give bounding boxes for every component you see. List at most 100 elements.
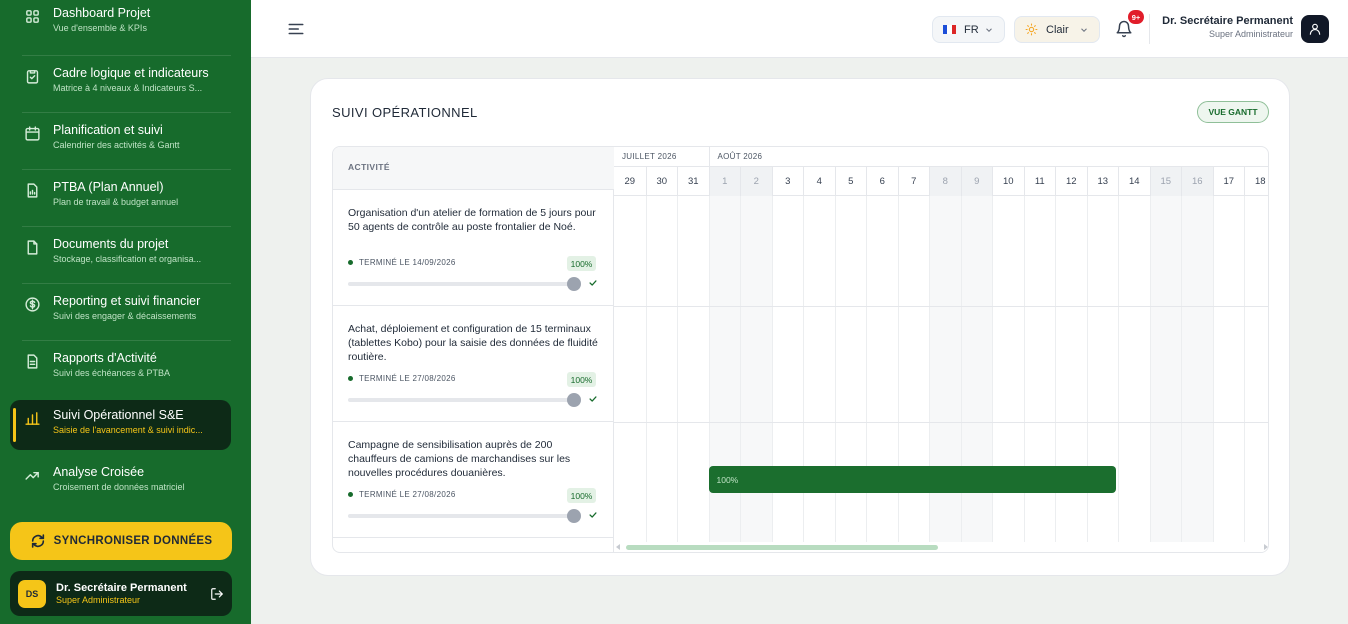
sidebar-item-label: Analyse Croisée bbox=[53, 465, 145, 479]
theme-selector[interactable]: Clair bbox=[1014, 16, 1100, 43]
grid-column bbox=[614, 196, 646, 552]
activity-progress-slider[interactable] bbox=[348, 509, 581, 523]
logout-icon[interactable] bbox=[210, 587, 224, 601]
header-user-name: Dr. Secrétaire Permanent bbox=[1162, 15, 1293, 27]
activity-status: TERMINÉ LE 27/08/2026 bbox=[348, 374, 456, 383]
header-user-role: Super Administrateur bbox=[1208, 29, 1293, 39]
month-label: AOÛT 2026 bbox=[708, 147, 1269, 167]
chevron-down-icon bbox=[986, 27, 992, 32]
day-header-row: 29 30 31 1 2 3 4 5 6 7 8 9 10 11 12 13 14 15 16 17 18 bbox=[614, 167, 1268, 196]
progress-slider-handle[interactable] bbox=[567, 393, 581, 407]
grid-column bbox=[708, 196, 740, 552]
sidebar-item-sublabel: Croisement de données matriciel bbox=[53, 482, 185, 492]
user-icon bbox=[1309, 23, 1321, 35]
day-label: 16 bbox=[1181, 167, 1213, 196]
scroll-left-arrow-icon[interactable] bbox=[616, 544, 620, 550]
grid-column bbox=[1086, 196, 1119, 552]
grid-column bbox=[929, 196, 961, 552]
sidebar-item-4[interactable]: Documents du projet Stockage, classificat… bbox=[10, 229, 231, 279]
gantt-view-button[interactable]: VUE GANTT bbox=[1197, 101, 1269, 123]
grid-column bbox=[677, 196, 709, 552]
sync-data-button[interactable]: SYNCHRONISER DONNÉES bbox=[10, 522, 232, 560]
progress-slider-handle[interactable] bbox=[567, 277, 581, 291]
activity-title: Achat, déploiement et configuration de 1… bbox=[348, 323, 598, 363]
notification-badge: 9+ bbox=[1128, 10, 1144, 24]
grid-column bbox=[1212, 196, 1245, 552]
operational-tracking-card: SUIVI OPÉRATIONNEL VUE GANTT ACTIVITÉ Or… bbox=[310, 78, 1290, 576]
sidebar-divider bbox=[22, 112, 231, 113]
sidebar-item-sublabel: Suivi des engager & décaissements bbox=[53, 311, 197, 321]
grid-column bbox=[834, 196, 867, 552]
sidebar-item-label: Suivi Opérationnel S&E bbox=[53, 408, 184, 422]
status-dot-icon bbox=[348, 260, 353, 265]
sidebar-item-label: Rapports d'Activité bbox=[53, 351, 157, 365]
activity-status-text: TERMINÉ LE 27/08/2026 bbox=[359, 490, 456, 499]
grid-column bbox=[645, 196, 678, 552]
language-selector[interactable]: FR bbox=[932, 16, 1005, 43]
activity-status: TERMINÉ LE 27/08/2026 bbox=[348, 490, 456, 499]
scroll-right-arrow-icon[interactable] bbox=[1264, 544, 1268, 550]
grid-row-divider bbox=[614, 422, 1268, 423]
activity-status-text: TERMINÉ LE 14/09/2026 bbox=[359, 258, 456, 267]
check-icon bbox=[589, 396, 597, 402]
sidebar-item-sublabel: Plan de travail & budget annuel bbox=[53, 197, 179, 207]
grid-column bbox=[992, 196, 1024, 552]
activity-percent-badge: 100% bbox=[567, 488, 596, 503]
grid-column bbox=[960, 196, 992, 552]
status-dot-icon bbox=[348, 376, 353, 381]
grid-column bbox=[1149, 196, 1181, 552]
activity-title: Organisation d'un atelier de formation d… bbox=[348, 207, 596, 233]
sidebar-item-7[interactable]: Suivi Opérationnel S&E Saisie de l'avance… bbox=[10, 400, 231, 450]
day-label: 17 bbox=[1212, 167, 1245, 196]
sidebar-item-0[interactable]: Dashboard Projet Vue d'ensemble & KPIs bbox=[10, 0, 231, 48]
gantt-bar[interactable]: 100% bbox=[708, 466, 1116, 493]
sidebar-item-6[interactable]: Rapports d'Activité Suivi des échéances &… bbox=[10, 343, 231, 393]
sidebar-divider bbox=[22, 169, 231, 170]
progress-slider-handle[interactable] bbox=[567, 509, 581, 523]
activity-status-text: TERMINÉ LE 27/08/2026 bbox=[359, 374, 456, 383]
grid-column bbox=[1118, 196, 1150, 552]
top-header: FR Clair 9+ Dr. Secrétaire Permanent Sup… bbox=[251, 0, 1348, 58]
sidebar-item-label: Cadre logique et indicateurs bbox=[53, 66, 209, 80]
activity-row[interactable]: Organisation d'un atelier de formation d… bbox=[333, 190, 614, 306]
sidebar-item-label: Planification et suivi bbox=[53, 123, 163, 137]
header-divider bbox=[1149, 14, 1150, 44]
day-label: 5 bbox=[834, 167, 867, 196]
status-dot-icon bbox=[348, 492, 353, 497]
day-label: 8 bbox=[929, 167, 961, 196]
sidebar-item-3[interactable]: PTBA (Plan Annuel) Plan de travail & budg… bbox=[10, 172, 231, 222]
gantt-table: ACTIVITÉ Organisation d'un atelier de fo… bbox=[332, 146, 1269, 553]
activity-column: ACTIVITÉ Organisation d'un atelier de fo… bbox=[333, 147, 614, 552]
grid-column bbox=[771, 196, 804, 552]
sun-icon bbox=[1025, 23, 1038, 36]
day-label: 29 bbox=[624, 176, 636, 187]
sidebar-item-1[interactable]: Cadre logique et indicateurs Matrice à 4 … bbox=[10, 58, 231, 108]
day-label: 12 bbox=[1055, 167, 1087, 196]
header-user-info: Dr. Secrétaire Permanent Super Administr… bbox=[1157, 15, 1293, 39]
activity-progress-slider[interactable] bbox=[348, 393, 581, 407]
horizontal-scrollbar[interactable] bbox=[614, 542, 1268, 552]
month-header-row: JUILLET 2026 AOÛT 2026 bbox=[614, 147, 1269, 167]
france-flag-icon bbox=[943, 25, 956, 34]
sidebar-item-2[interactable]: Planification et suivi Calendrier des act… bbox=[10, 115, 231, 165]
trending-up-icon bbox=[25, 471, 39, 480]
user-avatar-button[interactable] bbox=[1301, 15, 1329, 43]
grid-column bbox=[1181, 196, 1213, 552]
activity-row[interactable]: Achat, déploiement et configuration de 1… bbox=[333, 306, 614, 422]
sidebar-divider bbox=[22, 55, 231, 56]
scrollbar-thumb[interactable] bbox=[626, 545, 938, 550]
day-label: 1 bbox=[708, 167, 740, 196]
activity-row[interactable]: Campagne de sensibilisation auprès de 20… bbox=[333, 422, 614, 538]
month-label: JUILLET 2026 bbox=[622, 152, 677, 161]
day-label: 11 bbox=[1023, 167, 1056, 196]
sidebar-item-label: Documents du projet bbox=[53, 237, 169, 251]
day-label: 15 bbox=[1149, 167, 1181, 196]
file-text-icon bbox=[27, 354, 38, 369]
activity-progress-slider[interactable] bbox=[348, 277, 581, 291]
sidebar-item-sublabel: Suivi des échéances & PTBA bbox=[53, 368, 171, 378]
sidebar-item-5[interactable]: Reporting et suivi financier Suivi des en… bbox=[10, 286, 231, 336]
sidebar-item-8[interactable]: Analyse Croisée Croisement de données mat… bbox=[10, 457, 231, 507]
sidebar-item-sublabel: Stockage, classification et organisa... bbox=[53, 254, 202, 264]
hamburger-menu-icon[interactable] bbox=[287, 20, 305, 38]
activity-percent-badge: 100% bbox=[567, 256, 596, 271]
